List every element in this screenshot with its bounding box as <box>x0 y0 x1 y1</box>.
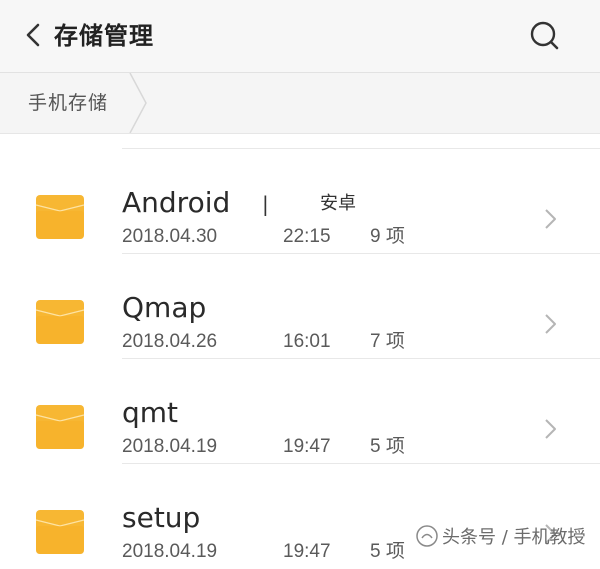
file-time: 19:47 <box>283 436 331 457</box>
file-name: setup <box>122 501 201 534</box>
toutiao-logo-icon <box>416 525 438 547</box>
list-item-qmap[interactable]: Qmap 2018.04.26 16:01 7 项 <box>0 254 600 359</box>
chevron-right-icon <box>545 314 556 334</box>
file-item-count: 5 项 <box>370 541 405 562</box>
chevron-left-icon <box>26 23 40 47</box>
file-name: Android <box>122 186 231 219</box>
page-title: 存储管理 <box>54 22 154 50</box>
file-time: 19:47 <box>283 541 331 562</box>
breadcrumb-separator-icon <box>129 73 147 133</box>
folder-icon <box>35 510 85 554</box>
watermark-text: 头条号 / 手机教授 <box>442 527 586 548</box>
file-time: 16:01 <box>283 331 331 352</box>
chevron-right-icon <box>545 419 556 439</box>
folder-icon <box>35 405 85 449</box>
watermark: 头条号 / 手机教授 <box>416 522 600 554</box>
file-name: Qmap <box>122 291 207 324</box>
file-date: 2018.04.19 <box>122 436 218 457</box>
file-date: 2018.04.19 <box>122 541 218 562</box>
folder-icon <box>35 300 85 344</box>
file-list: Android | 安卓 2018.04.30 22:15 9 项 Qmap 2… <box>0 134 600 562</box>
chevron-right-icon <box>545 209 556 229</box>
file-item-count: 5 项 <box>370 436 405 457</box>
search-icon <box>530 21 559 50</box>
title-bar: 存储管理 <box>0 0 600 73</box>
file-item-count: 7 项 <box>370 331 405 352</box>
breadcrumb: 手机存储 <box>0 73 600 134</box>
file-alias: 安卓 <box>320 193 356 214</box>
list-item-android[interactable]: Android | 安卓 2018.04.30 22:15 9 项 <box>0 149 600 254</box>
file-name: qmt <box>122 396 179 429</box>
file-item-count: 9 项 <box>370 226 405 247</box>
list-item-qmt[interactable]: qmt 2018.04.19 19:47 5 项 <box>0 359 600 464</box>
search-button[interactable] <box>524 16 564 56</box>
name-separator: | <box>262 192 269 216</box>
folder-icon <box>35 195 85 239</box>
breadcrumb-item-phone-storage[interactable]: 手机存储 <box>28 87 108 119</box>
file-date: 2018.04.26 <box>122 331 218 352</box>
file-time: 22:15 <box>283 226 331 247</box>
file-date: 2018.04.30 <box>122 226 218 247</box>
back-button[interactable] <box>18 18 52 54</box>
